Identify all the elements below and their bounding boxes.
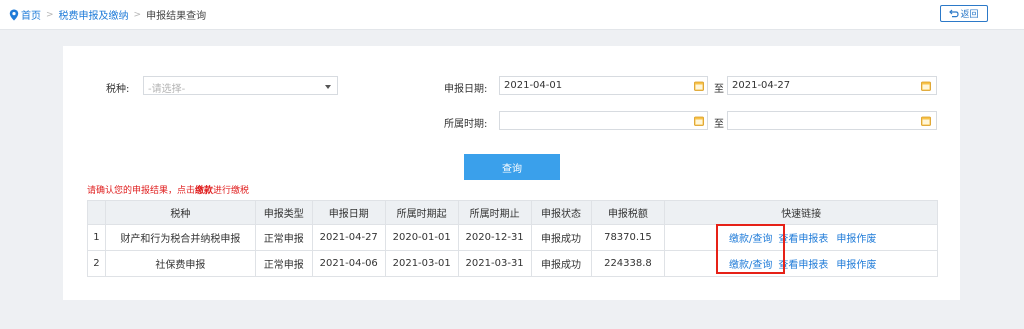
row-amount: 224338.8 xyxy=(590,250,666,277)
calendar-icon[interactable] xyxy=(921,116,931,126)
period-to-input[interactable] xyxy=(727,111,937,130)
calendar-icon[interactable] xyxy=(921,81,931,91)
breadcrumb-tax-declaration[interactable]: 税费申报及缴纳 xyxy=(59,7,129,22)
breadcrumb-separator-icon: > xyxy=(46,9,54,20)
calendar-icon[interactable] xyxy=(694,116,704,126)
table-row: 1 财产和行为税合并纳税申报 正常申报 2021-04-27 2020-01-0… xyxy=(87,224,938,251)
cancel-declaration-link[interactable]: 申报作废 xyxy=(836,230,876,245)
query-button-label: 查询 xyxy=(502,163,522,175)
tax-type-label: 税种: xyxy=(106,84,130,95)
row-index: 2 xyxy=(87,250,106,277)
breadcrumb-home[interactable]: 首页 xyxy=(21,7,41,22)
row-declare-date: 2021-04-06 xyxy=(311,250,386,277)
query-button[interactable]: 查询 xyxy=(464,154,560,180)
row-quick-links: 缴款/查询 查看申报表 申报作废 xyxy=(664,224,938,251)
search-panel: 税种: -请选择- 申报日期: 2021-04-01 至 2021-04-27 … xyxy=(63,46,960,300)
row-declare-type: 正常申报 xyxy=(254,250,313,277)
col-header-declare-date: 申报日期 xyxy=(311,200,386,225)
tax-type-placeholder: -请选择- xyxy=(148,84,186,95)
notice-suffix: 进行缴税 xyxy=(213,186,250,196)
view-form-link[interactable]: 查看申报表 xyxy=(778,256,828,271)
highlight-box xyxy=(716,224,785,274)
col-header-period-end: 所属时期止 xyxy=(457,200,532,225)
table-header-row: 税种 申报类型 申报日期 所属时期起 所属时期止 申报状态 申报税额 快速链接 xyxy=(87,200,938,225)
back-button-label: 返回 xyxy=(960,10,979,20)
row-index: 1 xyxy=(87,224,106,251)
back-arrow-icon xyxy=(949,9,960,18)
declare-date-to-value: 2021-04-27 xyxy=(732,80,791,91)
view-form-link[interactable]: 查看申报表 xyxy=(778,230,828,245)
back-button[interactable]: 返回 xyxy=(940,5,988,22)
cancel-declaration-link[interactable]: 申报作废 xyxy=(836,256,876,271)
row-status: 申报成功 xyxy=(530,250,592,277)
declare-date-to-input[interactable]: 2021-04-27 xyxy=(727,76,937,95)
col-header-tax-type: 税种 xyxy=(104,200,256,225)
declare-date-from-value: 2021-04-01 xyxy=(504,80,563,91)
row-status: 申报成功 xyxy=(530,224,592,251)
row-tax-type: 社保费申报 xyxy=(104,250,256,277)
col-header-status: 申报状态 xyxy=(530,200,592,225)
declare-date-from-input[interactable]: 2021-04-01 xyxy=(499,76,708,95)
notice-highlight: 缴款 xyxy=(195,186,214,196)
col-header-declare-type: 申报类型 xyxy=(254,200,313,225)
declare-date-to-label: 至 xyxy=(714,84,724,95)
period-from-input[interactable] xyxy=(499,111,708,130)
col-header-quick-links: 快速链接 xyxy=(664,200,938,225)
breadcrumb-current: 申报结果查询 xyxy=(146,11,207,22)
results-table: 税种 申报类型 申报日期 所属时期起 所属时期止 申报状态 申报税额 快速链接 … xyxy=(87,200,938,277)
period-label: 所属时期: xyxy=(444,119,488,130)
row-tax-type: 财产和行为税合并纳税申报 xyxy=(104,224,256,251)
breadcrumb: 首页 > 税费申报及缴纳 > 申报结果查询 xyxy=(9,7,206,22)
calendar-icon[interactable] xyxy=(694,81,704,91)
row-amount: 78370.15 xyxy=(590,224,666,251)
dropdown-caret-icon xyxy=(325,85,331,89)
breadcrumb-separator-icon: > xyxy=(133,9,142,20)
location-pin-icon xyxy=(9,9,19,20)
row-period-end: 2020-12-31 xyxy=(457,224,532,251)
payment-notice: 请确认您的申报结果，点击缴款进行缴税 xyxy=(87,183,249,196)
table-row: 2 社保费申报 正常申报 2021-04-06 2021-03-01 2021-… xyxy=(87,250,938,277)
col-header-period-start: 所属时期起 xyxy=(384,200,459,225)
row-declare-date: 2021-04-27 xyxy=(311,224,386,251)
row-quick-links: 缴款/查询 查看申报表 申报作废 xyxy=(664,250,938,277)
row-period-start: 2020-01-01 xyxy=(384,224,459,251)
period-to-label: 至 xyxy=(714,119,724,130)
col-header-index xyxy=(87,200,106,225)
declare-date-label: 申报日期: xyxy=(444,84,488,95)
tax-type-select[interactable]: -请选择- xyxy=(143,76,338,95)
notice-prefix: 请确认您的申报结果，点击 xyxy=(87,186,196,196)
row-declare-type: 正常申报 xyxy=(254,224,313,251)
col-header-amount: 申报税额 xyxy=(590,200,666,225)
row-period-start: 2021-03-01 xyxy=(384,250,459,277)
row-period-end: 2021-03-31 xyxy=(457,250,532,277)
top-bar: 首页 > 税费申报及缴纳 > 申报结果查询 返回 xyxy=(0,0,1024,30)
